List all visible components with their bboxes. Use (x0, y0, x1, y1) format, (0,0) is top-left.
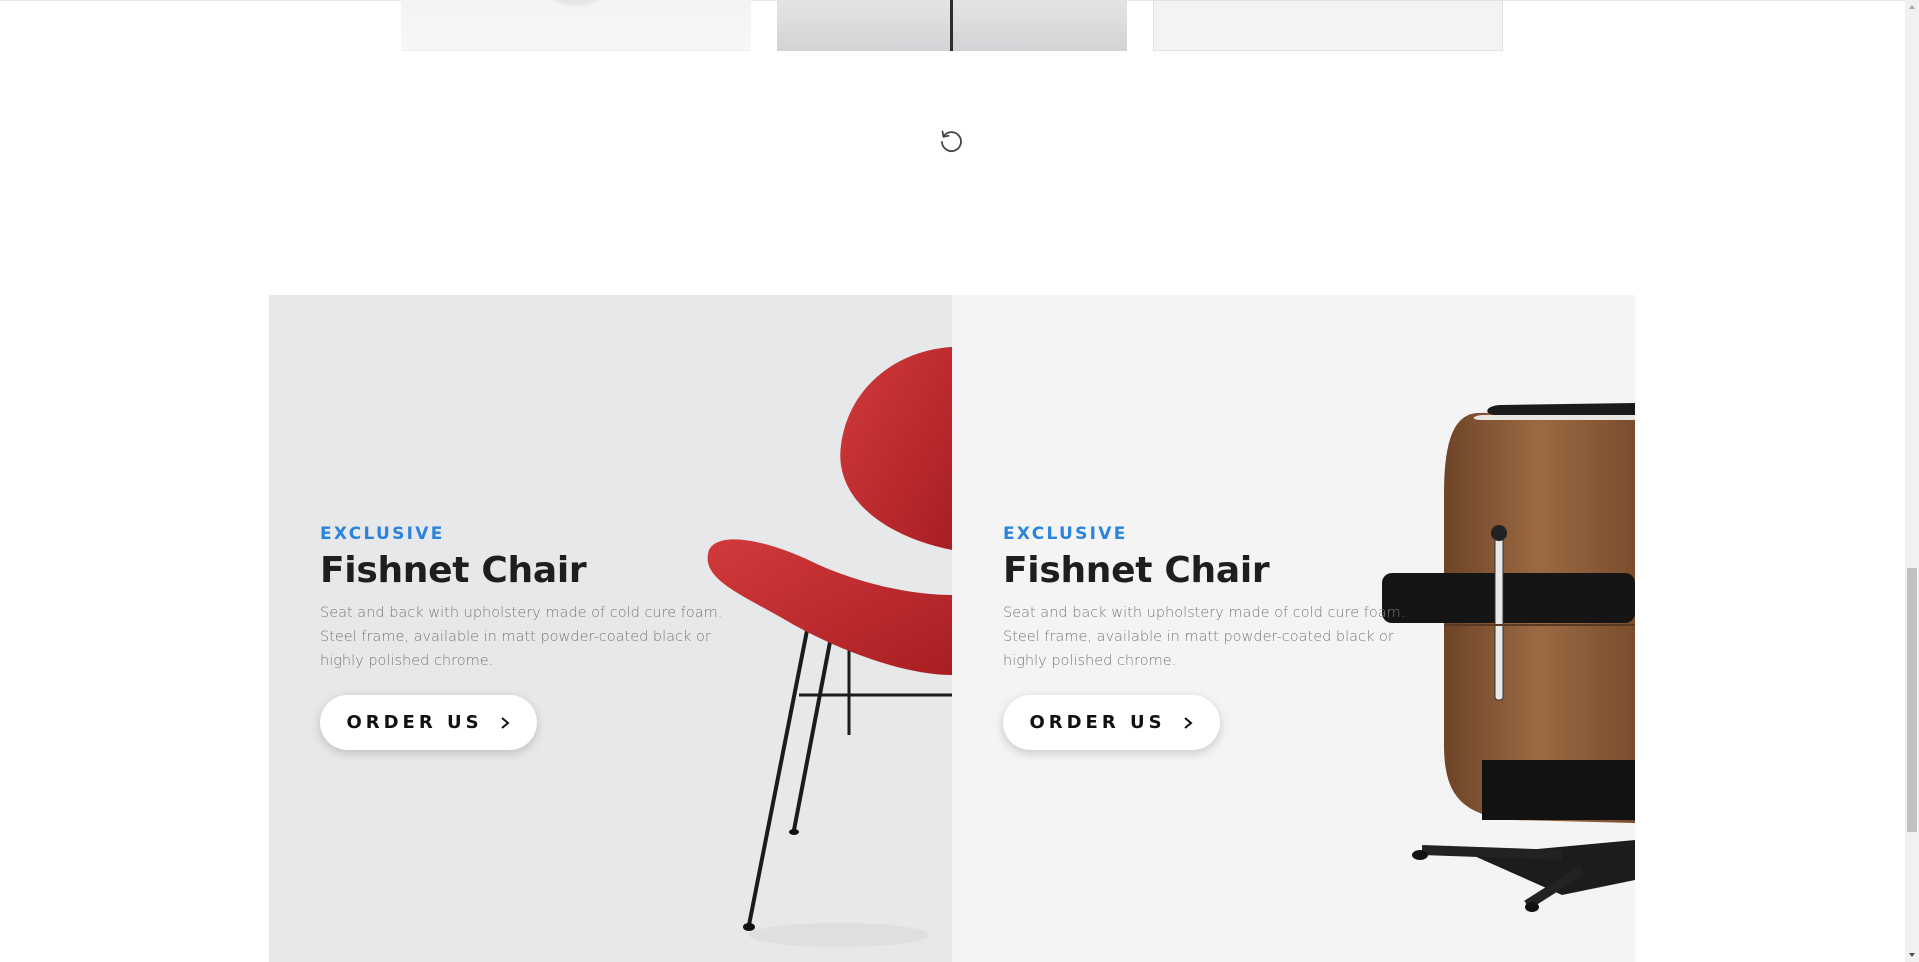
scrollbar-thumb[interactable] (1907, 568, 1917, 832)
order-us-button[interactable]: ORDER US (320, 695, 537, 750)
banner-eyebrow: EXCLUSIVE (320, 524, 445, 544)
scroll-up-arrow-icon[interactable] (1905, 0, 1919, 14)
banner-content: EXCLUSIVE Fishnet Chair Seat and back wi… (1003, 524, 1423, 750)
promo-banner: EXCLUSIVE Fishnet Chair Seat and back wi… (952, 295, 1635, 962)
scroll-down-arrow-icon[interactable] (1905, 948, 1919, 962)
vertical-scrollbar[interactable] (1905, 0, 1919, 962)
refresh-icon (941, 130, 962, 152)
lamp-image (541, 0, 611, 8)
banner-content: EXCLUSIVE Fishnet Chair Seat and back wi… (320, 524, 740, 750)
product-thumbnail[interactable] (777, 0, 1127, 51)
lamp-pole-image (950, 0, 953, 51)
page: EXCLUSIVE Fishnet Chair Seat and back wi… (0, 0, 1919, 962)
load-more-button[interactable] (937, 127, 965, 155)
banner-title: Fishnet Chair (320, 550, 587, 591)
promo-banners: EXCLUSIVE Fishnet Chair Seat and back wi… (269, 295, 1635, 962)
button-label: ORDER US (346, 712, 483, 733)
banner-description: Seat and back with upholstery made of co… (320, 605, 723, 669)
order-us-button[interactable]: ORDER US (1003, 695, 1220, 750)
banner-eyebrow: EXCLUSIVE (1003, 524, 1128, 544)
chevron-right-icon (500, 716, 510, 729)
button-label: ORDER US (1029, 712, 1166, 733)
banner-description: Seat and back with upholstery made of co… (1003, 605, 1406, 669)
chevron-right-icon (1183, 716, 1193, 729)
product-thumbnail[interactable] (401, 0, 751, 51)
banner-title: Fishnet Chair (1003, 550, 1270, 591)
product-thumbnail[interactable] (1153, 0, 1503, 51)
promo-banner: EXCLUSIVE Fishnet Chair Seat and back wi… (269, 295, 952, 962)
product-thumbnails (401, 0, 1503, 51)
